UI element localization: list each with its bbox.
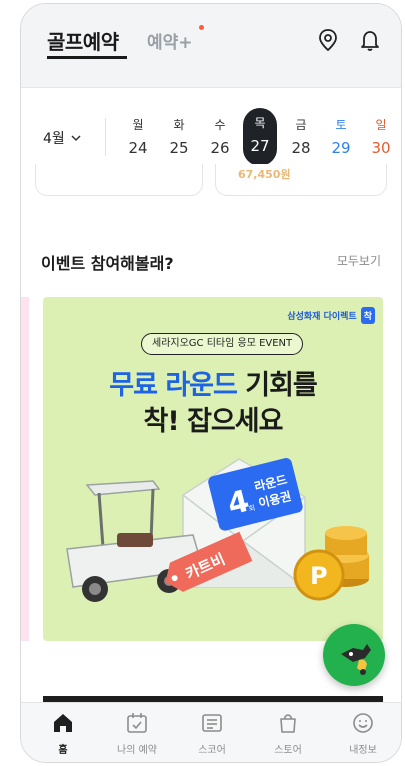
day-number: 28: [291, 139, 311, 157]
banner-headline-1: 무료 라운드 기회를: [43, 363, 383, 402]
section-title-events: 이벤트 참여해볼래?: [41, 254, 174, 273]
active-tab-indicator: [47, 56, 127, 59]
floating-action-button[interactable]: [323, 624, 385, 686]
nav-label: 내정보: [349, 745, 377, 756]
nav-label: 나의 예약: [117, 745, 157, 756]
tee-time-card-right[interactable]: 67,450원: [215, 164, 387, 196]
golf-mascot-icon: [341, 644, 371, 675]
sponsor-name: 삼성화재 다이렉트: [287, 312, 357, 322]
banner-illustration: 4 회 라운드 이용권 P 카트비: [66, 458, 369, 602]
new-badge-dot: [199, 25, 204, 30]
day-of-week: 화: [173, 118, 185, 132]
month-selector[interactable]: 4월: [43, 128, 81, 148]
event-banner[interactable]: 삼성화재 다이렉트 착 세라지오GC 티타임 응모 EVENT 무료 라운드 기…: [43, 297, 383, 641]
top-header: 골프예약 예약+: [21, 4, 401, 88]
card-price: 67,450원: [238, 168, 291, 181]
event-pill-label: 세라지오GC 티타임 응모 EVENT: [141, 333, 304, 355]
day-27-selected[interactable]: 목 27: [243, 108, 277, 166]
see-all-link[interactable]: 모두보기: [337, 252, 381, 269]
headline-rest: 기회를: [236, 370, 318, 401]
day-number: 24: [128, 139, 148, 157]
nav-my-info[interactable]: 내정보: [331, 711, 395, 756]
nav-label: 스토어: [274, 745, 302, 756]
tab-golf-booking[interactable]: 골프예약: [47, 26, 119, 55]
day-number: 29: [331, 139, 351, 157]
day-of-week: 수: [214, 118, 226, 132]
day-26[interactable]: 수 26: [203, 110, 237, 164]
shopping-bag-icon: [280, 714, 296, 733]
day-28[interactable]: 금 28: [284, 110, 318, 164]
nav-store[interactable]: 스토어: [256, 711, 320, 756]
bottom-navigation: 홈 나의 예약 스코어 스토어 내정보: [21, 702, 401, 762]
day-number: 27: [250, 137, 270, 155]
day-number: 25: [169, 139, 189, 157]
nav-label: 홈: [58, 745, 68, 756]
location-pin-icon[interactable]: [317, 28, 339, 52]
nav-my-booking[interactable]: 나의 예약: [105, 711, 169, 756]
headline-highlight: 무료 라운드: [109, 370, 238, 401]
tee-time-card-left[interactable]: [35, 164, 203, 196]
scorecard-icon: [202, 714, 222, 732]
day-of-week: 목: [254, 116, 266, 130]
chevron-down-icon: [71, 135, 81, 142]
nav-home[interactable]: 홈: [31, 711, 95, 756]
coin-letter: P: [310, 562, 328, 590]
coin-stack-icon: P: [293, 526, 369, 601]
date-strip: 4월 월 24 화 25 수 26 목 27 금 28 토 29 일 30: [21, 104, 401, 170]
day-of-week: 토: [335, 118, 347, 132]
calendar-check-icon: [127, 713, 147, 733]
tab-booking-plus[interactable]: 예약+: [147, 28, 193, 53]
day-30-sunday[interactable]: 일 30: [364, 110, 398, 164]
bell-icon[interactable]: [359, 28, 381, 52]
day-of-week: 일: [375, 118, 387, 132]
home-icon: [54, 714, 72, 732]
day-24[interactable]: 월 24: [121, 110, 155, 164]
day-29-saturday[interactable]: 토 29: [324, 110, 358, 164]
previous-banner-peek[interactable]: [21, 297, 29, 641]
divider: [105, 118, 106, 156]
day-of-week: 금: [295, 118, 307, 132]
nav-label: 스코어: [198, 745, 226, 756]
month-label: 4월: [43, 131, 65, 147]
banner-headline-2: 착! 잡으세요: [143, 406, 284, 437]
day-of-week: 월: [132, 118, 144, 132]
day-number: 30: [371, 139, 391, 157]
sponsor-label: 삼성화재 다이렉트 착: [287, 307, 375, 324]
nav-score[interactable]: 스코어: [180, 711, 244, 756]
day-25[interactable]: 화 25: [162, 110, 196, 164]
smile-face-icon: [353, 713, 373, 733]
sponsor-badge: 착: [360, 307, 375, 324]
day-number: 26: [210, 139, 230, 157]
phone-frame: 골프예약 예약+ 4월 월 24 화 25 수 26 목 27 금 28 토 2…: [20, 3, 402, 763]
